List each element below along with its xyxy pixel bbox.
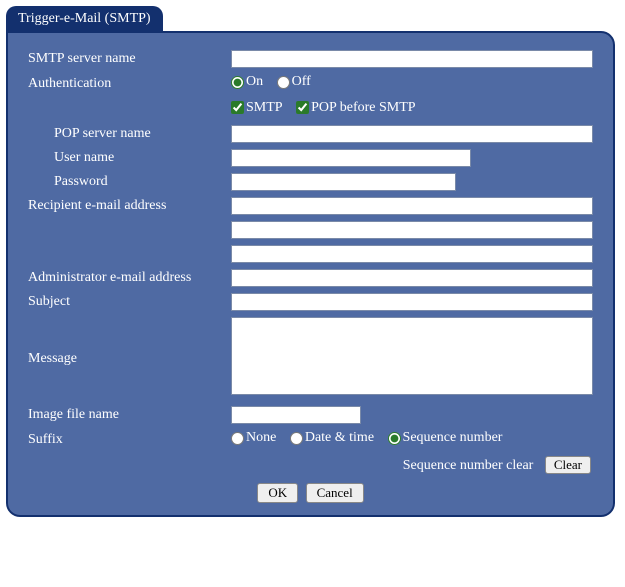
label-user-name: User name (26, 146, 229, 170)
suffix-seqnum-option[interactable]: Sequence number (388, 430, 503, 446)
auth-on-label: On (246, 74, 263, 90)
cancel-button-label: Cancel (317, 485, 353, 500)
label-authentication: Authentication (26, 71, 229, 97)
auth-smtp-label: SMTP (246, 100, 283, 116)
label-subject: Subject (26, 290, 229, 314)
label-message: Message (26, 314, 229, 403)
auth-smtp-option[interactable]: SMTP (231, 100, 283, 116)
subject-input[interactable] (231, 293, 593, 311)
seq-clear-label: Sequence number clear (403, 458, 534, 473)
tab-title: Trigger-e-Mail (SMTP) (18, 11, 151, 26)
suffix-none-label: None (246, 430, 276, 446)
suffix-datetime-label: Date & time (305, 430, 374, 446)
suffix-datetime-radio[interactable] (290, 432, 303, 445)
label-recipient: Recipient e-mail address (26, 194, 229, 218)
ok-button-label: OK (268, 485, 287, 500)
suffix-none-option[interactable]: None (231, 430, 276, 446)
clear-button[interactable]: Clear (545, 456, 591, 474)
recipient1-input[interactable] (231, 197, 593, 215)
recipient3-input[interactable] (231, 245, 593, 263)
smtp-server-input[interactable] (231, 50, 593, 68)
message-textarea[interactable] (231, 317, 593, 395)
form-table: SMTP server name Authentication On Off (26, 47, 595, 477)
settings-panel: SMTP server name Authentication On Off (6, 31, 615, 517)
label-suffix: Suffix (26, 427, 229, 453)
label-admin-addr: Administrator e-mail address (26, 266, 229, 290)
label-smtp-server: SMTP server name (26, 47, 229, 71)
auth-pop-checkbox[interactable] (296, 101, 309, 114)
auth-smtp-checkbox[interactable] (231, 101, 244, 114)
suffix-none-radio[interactable] (231, 432, 244, 445)
recipient2-input[interactable] (231, 221, 593, 239)
suffix-datetime-option[interactable]: Date & time (290, 430, 374, 446)
auth-on-radio[interactable] (231, 76, 244, 89)
user-name-input[interactable] (231, 149, 471, 167)
auth-pop-option[interactable]: POP before SMTP (296, 100, 416, 116)
auth-off-option[interactable]: Off (277, 74, 311, 90)
auth-pop-label: POP before SMTP (311, 100, 416, 116)
label-image-file: Image file name (26, 403, 229, 427)
suffix-seqnum-label: Sequence number (403, 430, 503, 446)
clear-button-label: Clear (554, 457, 582, 472)
image-file-input[interactable] (231, 406, 361, 424)
label-password: Password (26, 170, 229, 194)
auth-off-radio[interactable] (277, 76, 290, 89)
auth-off-label: Off (292, 74, 311, 90)
footer-buttons: OK Cancel (26, 477, 595, 503)
auth-on-option[interactable]: On (231, 74, 263, 90)
admin-addr-input[interactable] (231, 269, 593, 287)
suffix-seqnum-radio[interactable] (388, 432, 401, 445)
cancel-button[interactable]: Cancel (306, 483, 364, 503)
password-input[interactable] (231, 173, 456, 191)
label-pop-server: POP server name (26, 122, 229, 146)
tab-trigger-email[interactable]: Trigger-e-Mail (SMTP) (6, 6, 163, 33)
ok-button[interactable]: OK (257, 483, 298, 503)
pop-server-input[interactable] (231, 125, 593, 143)
